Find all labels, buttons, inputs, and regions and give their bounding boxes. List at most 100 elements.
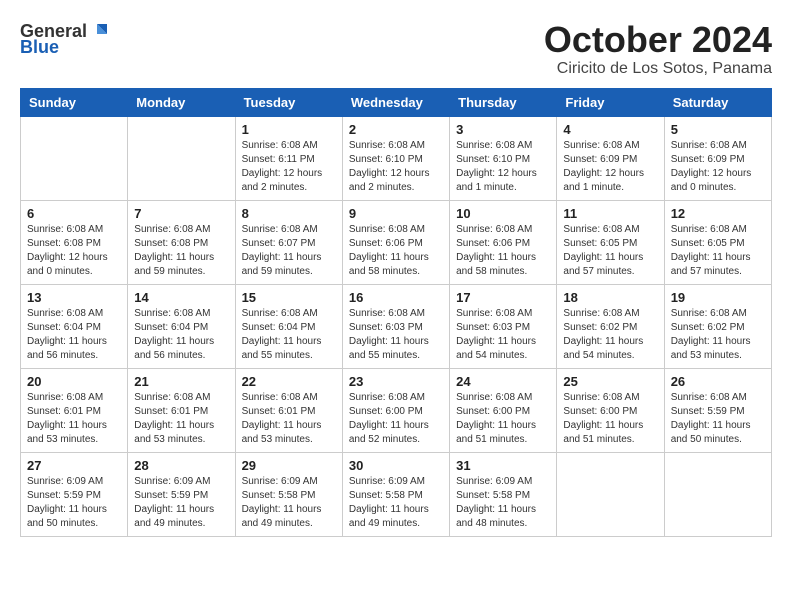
day-info: Sunrise: 6:08 AM Sunset: 6:08 PM Dayligh…	[134, 223, 228, 279]
day-info: Sunrise: 6:08 AM Sunset: 6:05 PM Dayligh…	[563, 223, 657, 279]
day-info: Sunrise: 6:08 AM Sunset: 6:06 PM Dayligh…	[349, 223, 443, 279]
day-number: 24	[456, 374, 550, 389]
day-number: 31	[456, 458, 550, 473]
calendar-day-cell: 11 Sunrise: 6:08 AM Sunset: 6:05 PM Dayli…	[557, 200, 664, 284]
calendar-day-cell: 5 Sunrise: 6:08 AM Sunset: 6:09 PM Daylig…	[664, 116, 771, 200]
day-number: 20	[27, 374, 121, 389]
day-info: Sunrise: 6:08 AM Sunset: 5:59 PM Dayligh…	[671, 391, 765, 447]
calendar-day-cell: 12 Sunrise: 6:08 AM Sunset: 6:05 PM Dayli…	[664, 200, 771, 284]
day-number: 26	[671, 374, 765, 389]
calendar-day-cell: 9 Sunrise: 6:08 AM Sunset: 6:06 PM Daylig…	[342, 200, 449, 284]
title-block: October 2024 Ciricito de Los Sotos, Pana…	[544, 20, 772, 78]
day-info: Sunrise: 6:08 AM Sunset: 6:00 PM Dayligh…	[456, 391, 550, 447]
day-info: Sunrise: 6:09 AM Sunset: 5:58 PM Dayligh…	[242, 475, 336, 531]
calendar-day-cell: 14Sunrise: 6:08 AM Sunset: 6:04 PM Dayli…	[128, 284, 235, 368]
day-info: Sunrise: 6:08 AM Sunset: 6:01 PM Dayligh…	[242, 391, 336, 447]
day-number: 9	[349, 206, 443, 221]
day-number: 10	[456, 206, 550, 221]
calendar-day-cell: 29 Sunrise: 6:09 AM Sunset: 5:58 PM Dayli…	[235, 452, 342, 536]
calendar-day-cell	[21, 116, 128, 200]
day-info: Sunrise: 6:09 AM Sunset: 5:59 PM Dayligh…	[134, 475, 228, 531]
day-info: Sunrise: 6:08 AM Sunset: 6:04 PM Dayligh…	[27, 307, 121, 363]
day-info: Sunrise: 6:08 AM Sunset: 6:04 PM Dayligh…	[242, 307, 336, 363]
calendar-week-row: 1 Sunrise: 6:08 AM Sunset: 6:11 PM Daylig…	[21, 116, 772, 200]
logo: General Blue	[20, 20, 111, 56]
day-number: 29	[242, 458, 336, 473]
calendar-day-cell: 1 Sunrise: 6:08 AM Sunset: 6:11 PM Daylig…	[235, 116, 342, 200]
calendar-day-cell: 3Sunrise: 6:08 AM Sunset: 6:10 PM Daylig…	[450, 116, 557, 200]
day-number: 16	[349, 290, 443, 305]
logo-icon	[89, 20, 111, 42]
calendar-day-cell: 22 Sunrise: 6:08 AM Sunset: 6:01 PM Dayli…	[235, 368, 342, 452]
calendar-day-cell: 25 Sunrise: 6:08 AM Sunset: 6:00 PM Dayli…	[557, 368, 664, 452]
calendar-day-cell: 7Sunrise: 6:08 AM Sunset: 6:08 PM Daylig…	[128, 200, 235, 284]
day-number: 23	[349, 374, 443, 389]
day-of-week-header: Sunday	[21, 88, 128, 116]
day-of-week-header: Wednesday	[342, 88, 449, 116]
calendar-day-cell: 21Sunrise: 6:08 AM Sunset: 6:01 PM Dayli…	[128, 368, 235, 452]
day-number: 2	[349, 122, 443, 137]
logo-blue: Blue	[20, 38, 59, 56]
calendar-week-row: 6 Sunrise: 6:08 AM Sunset: 6:08 PM Daylig…	[21, 200, 772, 284]
day-info: Sunrise: 6:08 AM Sunset: 6:02 PM Dayligh…	[671, 307, 765, 363]
calendar-day-cell: 30Sunrise: 6:09 AM Sunset: 5:58 PM Dayli…	[342, 452, 449, 536]
day-number: 8	[242, 206, 336, 221]
calendar-day-cell: 10 Sunrise: 6:08 AM Sunset: 6:06 PM Dayli…	[450, 200, 557, 284]
calendar-header-row: SundayMondayTuesdayWednesdayThursdayFrid…	[21, 88, 772, 116]
day-of-week-header: Monday	[128, 88, 235, 116]
calendar-day-cell: 24 Sunrise: 6:08 AM Sunset: 6:00 PM Dayli…	[450, 368, 557, 452]
day-info: Sunrise: 6:08 AM Sunset: 6:05 PM Dayligh…	[671, 223, 765, 279]
day-number: 6	[27, 206, 121, 221]
calendar-day-cell: 26 Sunrise: 6:08 AM Sunset: 5:59 PM Dayli…	[664, 368, 771, 452]
calendar-day-cell: 13Sunrise: 6:08 AM Sunset: 6:04 PM Dayli…	[21, 284, 128, 368]
day-info: Sunrise: 6:08 AM Sunset: 6:11 PM Dayligh…	[242, 139, 336, 195]
day-info: Sunrise: 6:08 AM Sunset: 6:09 PM Dayligh…	[671, 139, 765, 195]
calendar-day-cell: 2 Sunrise: 6:08 AM Sunset: 6:10 PM Daylig…	[342, 116, 449, 200]
month-title: October 2024	[544, 20, 772, 60]
day-of-week-header: Saturday	[664, 88, 771, 116]
day-number: 25	[563, 374, 657, 389]
calendar-table: SundayMondayTuesdayWednesdayThursdayFrid…	[20, 88, 772, 537]
calendar-day-cell: 4 Sunrise: 6:08 AM Sunset: 6:09 PM Daylig…	[557, 116, 664, 200]
page-header: General Blue October 2024 Ciricito de Lo…	[20, 20, 772, 78]
day-info: Sunrise: 6:08 AM Sunset: 6:06 PM Dayligh…	[456, 223, 550, 279]
day-info: Sunrise: 6:08 AM Sunset: 6:09 PM Dayligh…	[563, 139, 657, 195]
calendar-day-cell: 8 Sunrise: 6:08 AM Sunset: 6:07 PM Daylig…	[235, 200, 342, 284]
day-info: Sunrise: 6:09 AM Sunset: 5:58 PM Dayligh…	[456, 475, 550, 531]
day-info: Sunrise: 6:08 AM Sunset: 6:02 PM Dayligh…	[563, 307, 657, 363]
calendar-week-row: 13Sunrise: 6:08 AM Sunset: 6:04 PM Dayli…	[21, 284, 772, 368]
day-number: 5	[671, 122, 765, 137]
calendar-week-row: 20 Sunrise: 6:08 AM Sunset: 6:01 PM Dayli…	[21, 368, 772, 452]
day-of-week-header: Thursday	[450, 88, 557, 116]
day-number: 18	[563, 290, 657, 305]
day-number: 1	[242, 122, 336, 137]
calendar-day-cell	[557, 452, 664, 536]
day-number: 12	[671, 206, 765, 221]
day-number: 14	[134, 290, 228, 305]
calendar-day-cell: 16Sunrise: 6:08 AM Sunset: 6:03 PM Dayli…	[342, 284, 449, 368]
calendar-day-cell: 17Sunrise: 6:08 AM Sunset: 6:03 PM Dayli…	[450, 284, 557, 368]
day-info: Sunrise: 6:09 AM Sunset: 5:58 PM Dayligh…	[349, 475, 443, 531]
day-info: Sunrise: 6:08 AM Sunset: 6:00 PM Dayligh…	[563, 391, 657, 447]
day-number: 3	[456, 122, 550, 137]
day-info: Sunrise: 6:08 AM Sunset: 6:08 PM Dayligh…	[27, 223, 121, 279]
calendar-day-cell: 6 Sunrise: 6:08 AM Sunset: 6:08 PM Daylig…	[21, 200, 128, 284]
calendar-day-cell: 19 Sunrise: 6:08 AM Sunset: 6:02 PM Dayli…	[664, 284, 771, 368]
calendar-day-cell: 20Sunrise: 6:08 AM Sunset: 6:01 PM Dayli…	[21, 368, 128, 452]
day-number: 21	[134, 374, 228, 389]
day-number: 4	[563, 122, 657, 137]
day-info: Sunrise: 6:08 AM Sunset: 6:10 PM Dayligh…	[349, 139, 443, 195]
day-number: 22	[242, 374, 336, 389]
day-info: Sunrise: 6:08 AM Sunset: 6:03 PM Dayligh…	[456, 307, 550, 363]
day-info: Sunrise: 6:08 AM Sunset: 6:00 PM Dayligh…	[349, 391, 443, 447]
calendar-day-cell	[664, 452, 771, 536]
day-number: 19	[671, 290, 765, 305]
day-of-week-header: Tuesday	[235, 88, 342, 116]
day-number: 28	[134, 458, 228, 473]
calendar-day-cell: 28 Sunrise: 6:09 AM Sunset: 5:59 PM Dayli…	[128, 452, 235, 536]
calendar-week-row: 27 Sunrise: 6:09 AM Sunset: 5:59 PM Dayli…	[21, 452, 772, 536]
day-number: 27	[27, 458, 121, 473]
day-info: Sunrise: 6:08 AM Sunset: 6:07 PM Dayligh…	[242, 223, 336, 279]
day-number: 11	[563, 206, 657, 221]
calendar-day-cell: 18 Sunrise: 6:08 AM Sunset: 6:02 PM Dayli…	[557, 284, 664, 368]
